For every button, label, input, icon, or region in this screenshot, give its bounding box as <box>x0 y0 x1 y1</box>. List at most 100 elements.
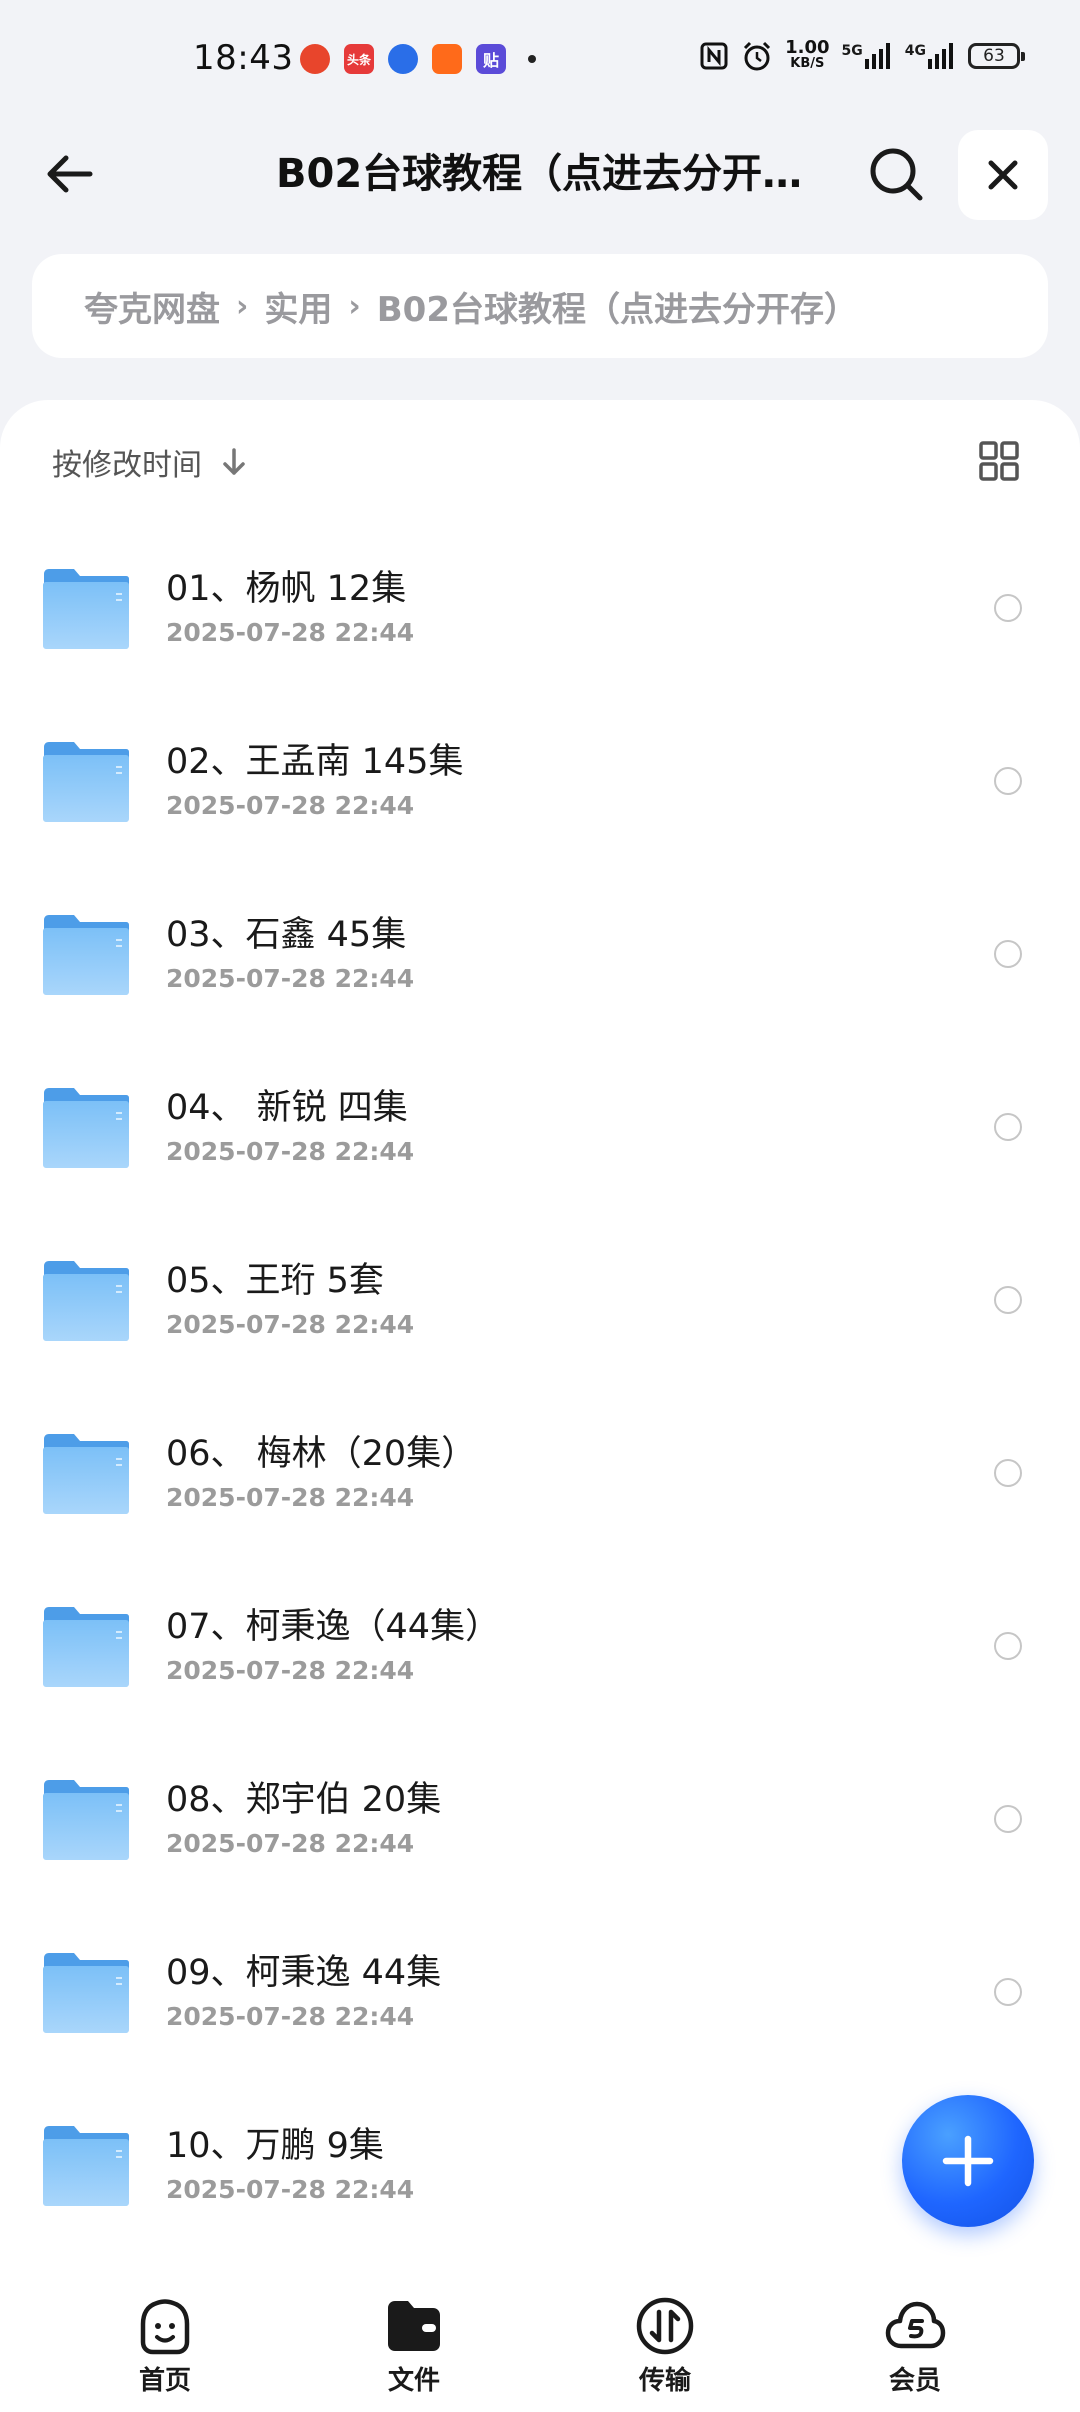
file-date: 2025-07-28 22:44 <box>166 964 415 993</box>
status-time: 18:43 <box>193 38 294 78</box>
file-date: 2025-07-28 22:44 <box>166 1829 415 1858</box>
folder-icon <box>42 1779 130 1861</box>
alarm-icon <box>744 41 771 71</box>
home-smile-icon <box>140 2299 190 2355</box>
arrow-down-icon <box>223 448 245 475</box>
folder-icon <box>42 1952 130 2034</box>
file-row[interactable]: 06、 梅林（20集） 2025-07-28 22:44 <box>0 1385 1080 1558</box>
close-icon <box>988 160 1018 190</box>
file-date: 2025-07-28 22:44 <box>166 1656 415 1685</box>
add-button[interactable] <box>902 2095 1034 2227</box>
nav-item-files[interactable]: 文件 <box>334 2294 494 2397</box>
file-date: 2025-07-28 22:44 <box>166 2175 415 2204</box>
app-red-icon <box>300 44 330 74</box>
toutiao-icon: 头条 <box>344 44 374 74</box>
select-checkbox[interactable] <box>994 1978 1022 2006</box>
file-panel: 按修改时间 01、杨帆 12集 2025-07-28 22:44 02、王孟南 … <box>0 400 1080 2280</box>
select-checkbox[interactable] <box>994 1805 1022 1833</box>
folder-icon <box>42 914 130 996</box>
select-checkbox[interactable] <box>994 1632 1022 1660</box>
select-checkbox[interactable] <box>994 1459 1022 1487</box>
file-date: 2025-07-28 22:44 <box>166 1483 415 1512</box>
file-row[interactable]: 09、柯秉逸 44集 2025-07-28 22:44 <box>0 1904 1080 2077</box>
breadcrumb: 夸克网盘 › 实用 › B02台球教程（点进去分开存） <box>32 254 1048 358</box>
file-date: 2025-07-28 22:44 <box>166 2002 415 2031</box>
file-date: 2025-07-28 22:44 <box>166 791 415 820</box>
file-row[interactable]: 08、郑宇伯 20集 2025-07-28 22:44 <box>0 1731 1080 1904</box>
battery-level: 63 <box>983 46 1005 66</box>
net-speed-unit: KB/S <box>790 56 825 71</box>
title-bar: B02台球教程（点进去分开存） <box>0 124 1080 224</box>
file-name: 10、万鹏 9集 <box>166 2126 384 2166</box>
sort-toggle[interactable]: 按修改时间 <box>52 440 248 484</box>
signal-5g: 5G <box>842 43 893 69</box>
file-row[interactable]: 04、 新锐 四集 2025-07-28 22:44 <box>0 1039 1080 1212</box>
file-date: 2025-07-28 22:44 <box>166 1137 415 1166</box>
breadcrumb-separator: › <box>348 288 361 324</box>
nav-item-vip[interactable]: 会员 <box>835 2294 995 2397</box>
signal-4g-label: 4G <box>904 43 926 59</box>
nav-item-transfer[interactable]: 传输 <box>585 2294 745 2397</box>
breadcrumb-separator: › <box>236 288 249 324</box>
select-checkbox[interactable] <box>994 594 1022 622</box>
system-icons: 1.00 KB/S 5G 4G 63 <box>699 37 1025 72</box>
vip-cloud-icon <box>885 2301 946 2349</box>
folder-icon <box>42 1433 130 1515</box>
select-checkbox[interactable] <box>994 940 1022 968</box>
folder-icon <box>42 568 130 650</box>
grid-view-button[interactable] <box>978 440 1020 482</box>
folder-icon <box>42 1087 130 1169</box>
select-checkbox[interactable] <box>994 767 1022 795</box>
status-bar: 18:43 头条 贴 1.00 KB/S 5G 4G 63 <box>0 0 1080 124</box>
file-name: 08、郑宇伯 20集 <box>166 1780 442 1820</box>
network-speed: 1.00 KB/S <box>785 37 830 72</box>
app-orange-icon <box>432 44 462 74</box>
select-checkbox[interactable] <box>994 1286 1022 1314</box>
battery-icon: 63 <box>968 43 1025 69</box>
search-icon <box>870 148 923 201</box>
breadcrumb-item-practical[interactable]: 实用 <box>264 282 332 331</box>
file-row[interactable]: 01、杨帆 12集 2025-07-28 22:44 <box>0 520 1080 693</box>
file-name: 09、柯秉逸 44集 <box>166 1953 442 1993</box>
file-row[interactable]: 05、王珩 5套 2025-07-28 22:44 <box>0 1212 1080 1385</box>
file-name: 07、柯秉逸（44集） <box>166 1607 501 1647</box>
app-blue-icon <box>388 44 418 74</box>
bottom-nav: 首页 文件 传输 会员 <box>0 2280 1080 2412</box>
signal-4g: 4G <box>905 43 956 69</box>
folder-icon <box>42 2125 130 2207</box>
nav-label-transfer: 传输 <box>638 2366 691 2396</box>
folder-icon <box>42 741 130 823</box>
file-name: 03、石鑫 45集 <box>166 915 407 955</box>
file-row[interactable]: 03、石鑫 45集 2025-07-28 22:44 <box>0 866 1080 1039</box>
folder-icon <box>42 1260 130 1342</box>
tieba-icon: 贴 <box>476 44 506 74</box>
net-speed-value: 1.00 <box>785 37 830 58</box>
page-title: B02台球教程（点进去分开存） <box>276 151 816 197</box>
nav-label-files: 文件 <box>387 2366 440 2396</box>
signal-bars-icon <box>928 43 953 69</box>
file-date: 2025-07-28 22:44 <box>166 618 415 647</box>
file-name: 02、王孟南 145集 <box>166 742 464 782</box>
nav-label-vip: 会员 <box>888 2366 941 2396</box>
search-button[interactable] <box>866 144 926 204</box>
plus-icon <box>942 2135 994 2187</box>
signal-bars-icon <box>864 43 890 69</box>
close-button[interactable] <box>958 130 1048 220</box>
breadcrumb-item-root[interactable]: 夸克网盘 <box>84 282 220 331</box>
back-button[interactable] <box>40 144 100 204</box>
grid-icon <box>979 441 1019 481</box>
nfc-icon <box>700 42 728 70</box>
file-row[interactable]: 07、柯秉逸（44集） 2025-07-28 22:44 <box>0 1558 1080 1731</box>
select-checkbox[interactable] <box>994 1113 1022 1141</box>
notification-icons: 头条 贴 <box>300 44 536 74</box>
file-name: 06、 梅林（20集） <box>166 1434 477 1474</box>
file-name: 04、 新锐 四集 <box>166 1088 408 1128</box>
arrow-left-icon <box>47 155 93 193</box>
signal-5g-label: 5G <box>841 43 863 59</box>
sort-label: 按修改时间 <box>52 448 202 483</box>
file-date: 2025-07-28 22:44 <box>166 1310 415 1339</box>
nav-item-home[interactable]: 首页 <box>85 2294 245 2397</box>
more-notifications-dot <box>528 55 536 63</box>
file-row[interactable]: 02、王孟南 145集 2025-07-28 22:44 <box>0 693 1080 866</box>
file-name: 01、杨帆 12集 <box>166 569 407 609</box>
